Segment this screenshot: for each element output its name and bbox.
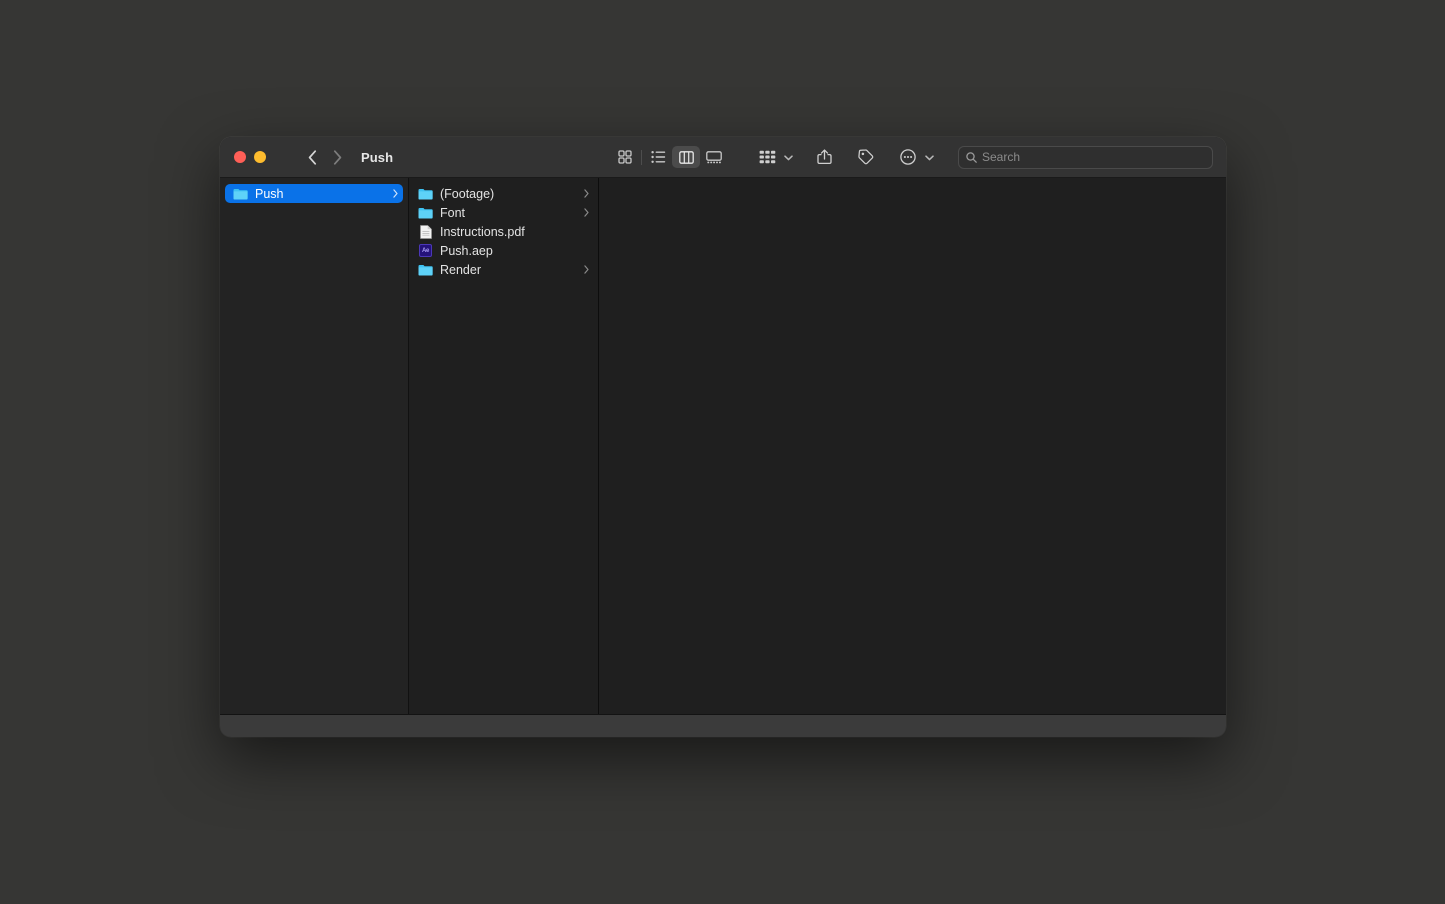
list-item[interactable]: Font xyxy=(413,203,594,222)
view-mode-segmented-control xyxy=(611,146,728,168)
minimize-window-button[interactable] xyxy=(254,151,266,163)
folder-icon xyxy=(418,186,433,201)
list-item[interactable]: Ae Push.aep xyxy=(413,241,594,260)
maximize-window-button[interactable] xyxy=(274,151,286,163)
gallery-view-button[interactable] xyxy=(700,146,728,168)
file-name-label: (Footage) xyxy=(440,186,495,201)
column-preview[interactable] xyxy=(599,178,1226,714)
document-icon xyxy=(418,224,433,239)
tag-icon xyxy=(851,146,881,168)
back-chevron-icon[interactable] xyxy=(306,147,319,167)
file-name-label: Instructions.pdf xyxy=(440,224,525,239)
search-field[interactable] xyxy=(958,145,1213,169)
close-window-button[interactable] xyxy=(234,151,246,163)
forward-chevron-icon[interactable] xyxy=(331,147,344,167)
sidebar-item-label: Push xyxy=(255,186,284,201)
list-item[interactable]: Render xyxy=(413,260,594,279)
status-bar xyxy=(220,714,1226,737)
file-name-label: Render xyxy=(440,262,481,277)
toolbar-divider xyxy=(641,149,642,165)
file-name-label: Font xyxy=(440,205,466,220)
toolbar xyxy=(611,137,1226,177)
list-item[interactable]: (Footage) xyxy=(413,184,594,203)
group-by-chevron-down-icon xyxy=(784,148,793,166)
after-effects-icon: Ae xyxy=(418,243,433,258)
folder-icon xyxy=(418,262,433,277)
folder-icon xyxy=(233,186,248,201)
more-circle-icon xyxy=(893,146,923,168)
finder-window: Push Search Push (Footage) Font Instruct… xyxy=(220,137,1226,737)
after-effects-icon-label: Ae xyxy=(419,244,432,257)
navigation-arrows xyxy=(306,147,344,167)
tags-control[interactable] xyxy=(851,146,881,168)
column-files[interactable]: (Footage) Font Instructions.pdf Ae Push.… xyxy=(409,178,599,714)
search-input[interactable] xyxy=(982,150,1205,164)
more-chevron-down-icon xyxy=(925,148,934,166)
disclosure-chevron-icon xyxy=(393,189,398,198)
share-control[interactable] xyxy=(809,146,839,168)
column-view-button[interactable] xyxy=(672,146,700,168)
folder-icon xyxy=(418,205,433,220)
column-sidebar[interactable]: Push xyxy=(220,178,409,714)
share-icon xyxy=(809,146,839,168)
file-name-label: Push.aep xyxy=(440,243,493,258)
list-view-button[interactable] xyxy=(644,146,672,168)
disclosure-chevron-icon xyxy=(584,265,589,274)
traffic-light-group xyxy=(234,151,286,163)
more-actions-control[interactable] xyxy=(893,146,934,168)
finder-columns-area: Push (Footage) Font Instructions.pdf Ae … xyxy=(220,178,1226,714)
disclosure-chevron-icon xyxy=(584,208,589,217)
icon-view-button[interactable] xyxy=(611,146,639,168)
window-titlebar: Push xyxy=(220,137,1226,178)
group-by-control[interactable] xyxy=(752,146,793,168)
search-icon xyxy=(966,151,977,163)
sidebar-item-push[interactable]: Push xyxy=(225,184,403,203)
window-title: Push xyxy=(361,149,394,165)
list-item[interactable]: Instructions.pdf xyxy=(413,222,594,241)
disclosure-chevron-icon xyxy=(584,189,589,198)
group-grid-icon xyxy=(752,146,782,168)
